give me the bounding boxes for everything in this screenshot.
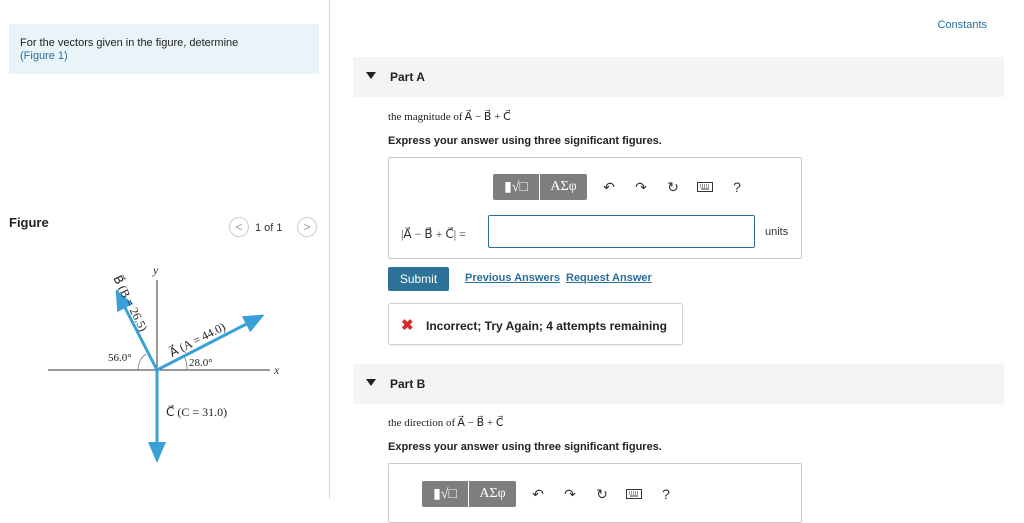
greek-symbols-button[interactable]: ΑΣφ — [469, 481, 516, 507]
part-b-question: the direction of A⃗ − B⃗ + C⃗ — [388, 417, 504, 429]
greek-symbols-button[interactable]: ΑΣφ — [540, 174, 587, 200]
keyboard-icon[interactable] — [689, 177, 721, 197]
math-toolbar: ▮√□ ΑΣφ ↶ ↷ ↻ ? — [493, 174, 753, 200]
part-a-title: Part A — [390, 70, 425, 84]
figure-link[interactable]: (Figure 1) — [20, 50, 308, 63]
collapse-triangle-icon — [366, 72, 376, 79]
vector-b-label: B⃗ (B = 26.5) — [110, 272, 151, 333]
x-axis-label: x — [273, 363, 280, 377]
part-a-header[interactable]: Part A — [353, 57, 1004, 97]
left-panel: For the vectors given in the figure, det… — [0, 0, 330, 499]
sqrt-template-icon: ▮√□ — [504, 179, 528, 195]
undo-icon[interactable]: ↶ — [522, 484, 554, 504]
problem-statement: For the vectors given in the figure, det… — [9, 24, 319, 74]
reset-icon[interactable]: ↻ — [586, 484, 618, 504]
units-label: units — [765, 226, 789, 238]
toolbar-button-group: ▮√□ ΑΣφ — [422, 481, 516, 507]
figure-pager-text: 1 of 1 — [255, 222, 283, 234]
help-icon[interactable]: ? — [721, 177, 753, 197]
templates-button[interactable]: ▮√□ — [422, 481, 469, 507]
templates-button[interactable]: ▮√□ — [493, 174, 540, 200]
sqrt-template-icon: ▮√□ — [433, 486, 457, 502]
help-icon[interactable]: ? — [650, 484, 682, 504]
angle-b-label: 56.0° — [108, 352, 132, 364]
angle-a-label: 28.0° — [189, 357, 213, 369]
previous-answers-link[interactable]: Previous Answers — [465, 272, 560, 284]
feedback-text: Incorrect; Try Again; 4 attempts remaini… — [426, 319, 667, 333]
collapse-triangle-icon — [366, 379, 376, 386]
problem-text: For the vectors given in the figure, det… — [20, 37, 239, 49]
greek-symbols-label: ΑΣφ — [550, 179, 577, 194]
math-expression-label: |A⃗ − B⃗ + C⃗| = — [401, 227, 466, 241]
figure-prev-button[interactable]: < — [229, 217, 249, 237]
greek-symbols-label: ΑΣφ — [479, 486, 506, 501]
reset-icon[interactable]: ↻ — [657, 177, 689, 197]
part-b-header[interactable]: Part B — [353, 364, 1004, 404]
figure-heading: Figure — [9, 215, 49, 230]
feedback-message: ✖ Incorrect; Try Again; 4 attempts remai… — [388, 303, 683, 345]
submit-button[interactable]: Submit — [388, 267, 449, 291]
vector-c-label: C⃗ (C = 31.0) — [166, 404, 227, 419]
y-axis-label: y — [152, 263, 159, 277]
angle-arc-b — [137, 353, 147, 371]
toolbar-button-group: ▮√□ ΑΣφ — [493, 174, 587, 200]
request-answer-link[interactable]: Request Answer — [566, 272, 652, 284]
vector-figure: y x B⃗ (B = 26.5) A⃗ (A = 44.0) C⃗ (C = … — [48, 263, 280, 463]
part-b-title: Part B — [390, 377, 426, 391]
incorrect-x-icon: ✖ — [401, 317, 414, 334]
part-a-answer-box: ▮√□ ΑΣφ ↶ ↷ ↻ ? |A⃗ − B⃗ + C⃗| = units — [388, 157, 802, 259]
redo-icon[interactable]: ↷ — [625, 177, 657, 197]
part-b-instruction: Express your answer using three signific… — [388, 441, 662, 453]
answer-input[interactable] — [488, 215, 755, 248]
redo-icon[interactable]: ↷ — [554, 484, 586, 504]
figure-next-button[interactable]: > — [297, 217, 317, 237]
math-toolbar: ▮√□ ΑΣφ ↶ ↷ ↻ ? — [422, 481, 682, 507]
undo-icon[interactable]: ↶ — [593, 177, 625, 197]
constants-link[interactable]: Constants — [937, 19, 987, 31]
part-a-question: the magnitude of A⃗ − B⃗ + C⃗ — [388, 111, 511, 123]
part-a-instruction: Express your answer using three signific… — [388, 135, 662, 147]
angle-arc-a — [183, 355, 188, 371]
keyboard-icon[interactable] — [618, 484, 650, 504]
part-b-answer-box: ▮√□ ΑΣφ ↶ ↷ ↻ ? — [388, 463, 802, 523]
